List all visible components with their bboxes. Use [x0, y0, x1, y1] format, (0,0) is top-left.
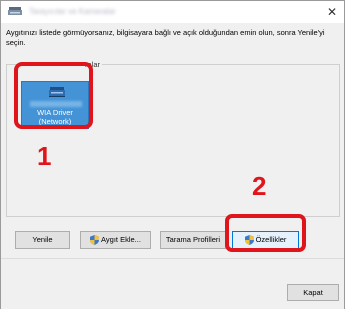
window-title: Tarayıcılar ve Kameralar — [29, 7, 116, 16]
scanners-cameras-window: Tarayıcılar ve Kameralar ✕ Aygıtınızı li… — [0, 0, 345, 309]
callout-highlight-device — [14, 62, 93, 129]
callout-step-1: 1 — [37, 141, 52, 171]
add-device-button-label: Aygıt Ekle... — [101, 235, 141, 245]
instruction-text: Aygıtınızı listede görmüyorsanız, bilgis… — [6, 28, 325, 47]
scan-profiles-button-label: Tarama Profilleri — [165, 235, 221, 245]
callout-highlight-properties — [225, 214, 306, 252]
refresh-button-label: Yenile — [32, 235, 53, 245]
uac-shield-icon — [90, 235, 100, 246]
close-icon[interactable]: ✕ — [322, 2, 342, 22]
scan-profiles-button[interactable]: Tarama Profilleri — [160, 231, 226, 249]
add-device-button[interactable]: Aygıt Ekle... — [80, 231, 151, 249]
refresh-button[interactable]: Yenile — [15, 231, 70, 249]
title-bar: Tarayıcılar ve Kameralar ✕ — [1, 1, 344, 23]
close-button[interactable]: Kapat — [287, 284, 339, 301]
scanner-camera-app-icon — [8, 7, 22, 15]
callout-step-2: 2 — [252, 171, 267, 201]
